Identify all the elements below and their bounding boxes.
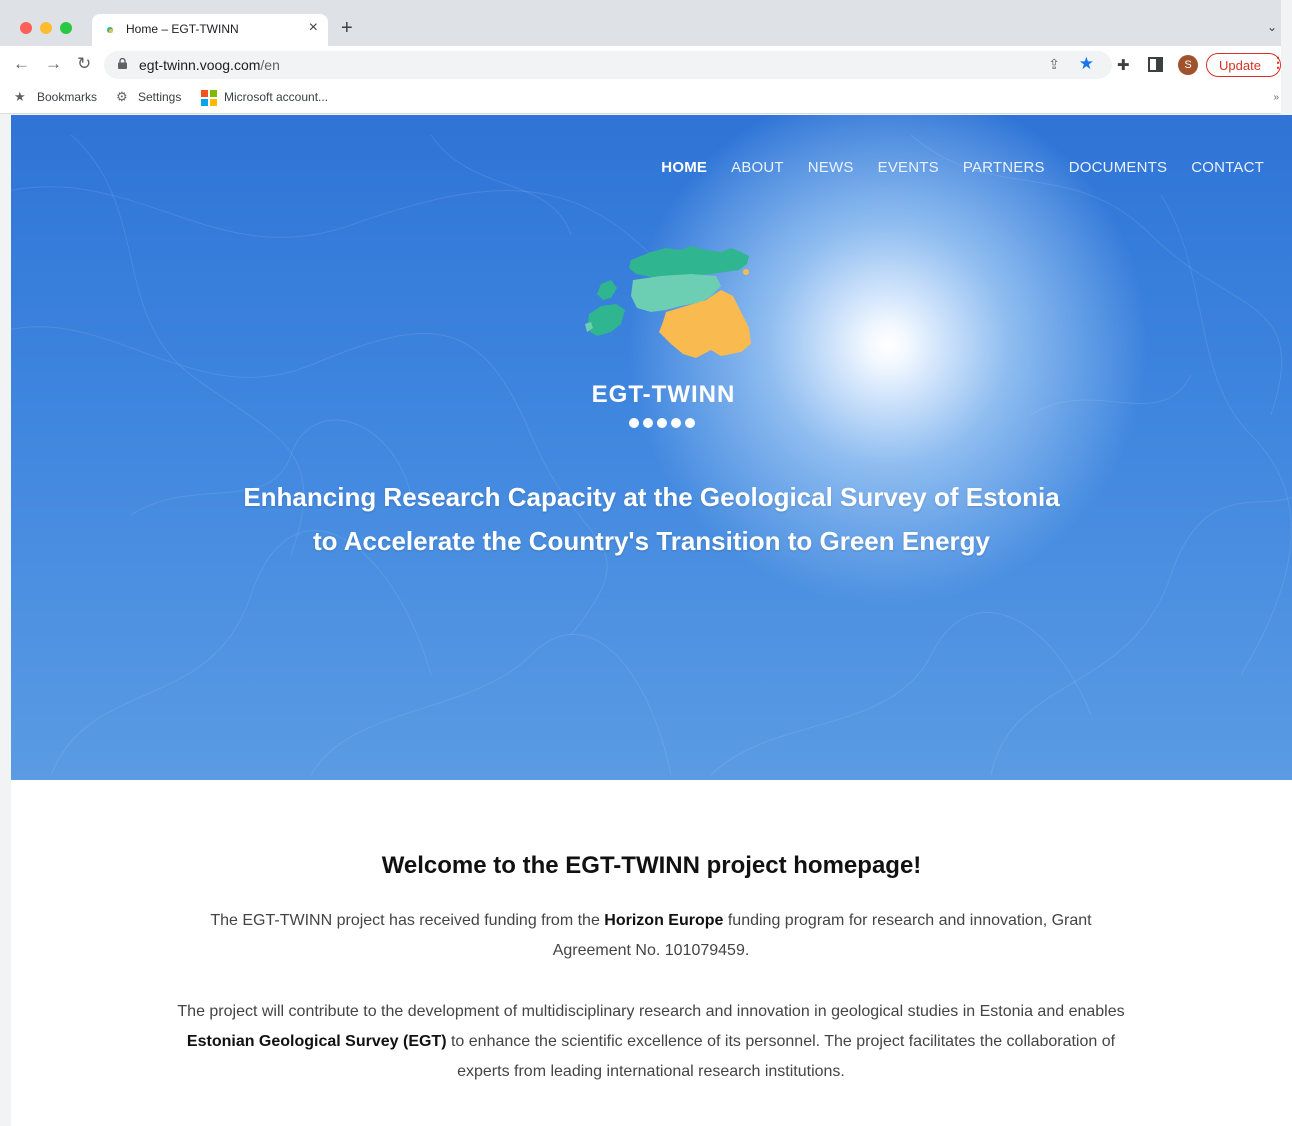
project-description-paragraph: The project will contribute to the devel… <box>171 997 1131 1087</box>
side-panel-icon[interactable] <box>1148 57 1163 72</box>
tab-title: Home – EGT-TWINN <box>126 22 239 36</box>
new-tab-button[interactable]: + <box>341 17 353 40</box>
url-path: /en <box>260 57 280 73</box>
description-text-start: The project will contribute to the devel… <box>177 1003 1125 1020</box>
more-bookmarks-icon[interactable]: » <box>1273 92 1279 103</box>
microsoft-logo-icon <box>201 90 217 106</box>
star-icon: ★ <box>14 89 26 104</box>
nav-partners[interactable]: PARTNERS <box>963 159 1045 176</box>
logo-text: EGT-TWINN <box>591 381 736 408</box>
welcome-title: Welcome to the EGT-TWINN project homepag… <box>381 852 922 879</box>
hero-section: HOME ABOUT NEWS EVENTS PARTNERS DOCUMENT… <box>11 115 1292 780</box>
browser-menu-icon[interactable]: ⋮ <box>1271 54 1285 71</box>
reload-button[interactable]: ↻ <box>77 54 91 74</box>
bookmark-bookmarks[interactable]: Bookmarks <box>37 90 97 104</box>
update-button[interactable]: Update <box>1206 53 1281 77</box>
nav-about[interactable]: ABOUT <box>731 159 784 176</box>
nav-contact[interactable]: CONTACT <box>1191 159 1264 176</box>
nav-events[interactable]: EVENTS <box>878 159 939 176</box>
estonia-map-logo[interactable] <box>571 240 761 365</box>
hero-headline-line-1: Enhancing Research Capacity at the Geolo… <box>243 482 1060 512</box>
horizon-europe-label: Horizon Europe <box>604 912 724 929</box>
main-navigation: HOME ABOUT NEWS EVENTS PARTNERS DOCUMENT… <box>661 159 1264 176</box>
bookmarks-bar: ★ Bookmarks ⚙ Settings Microsoft account… <box>0 84 1281 114</box>
browser-tab[interactable]: Home – EGT-TWINN × <box>92 14 328 46</box>
maximize-window-button[interactable] <box>60 22 72 34</box>
extensions-puzzle-icon[interactable]: ✚ <box>1117 56 1130 74</box>
egt-label: Estonian Geological Survey (EGT) <box>186 1033 447 1050</box>
url-host: egt-twinn.voog.com <box>139 57 261 73</box>
close-tab-icon[interactable]: × <box>309 19 318 37</box>
logo-dots <box>629 418 695 428</box>
share-icon[interactable]: ⇪ <box>1048 56 1060 73</box>
back-button[interactable]: ← <box>13 54 30 74</box>
url-text: egt-twinn.voog.com/en <box>139 57 280 73</box>
bookmark-microsoft-account[interactable]: Microsoft account... <box>224 90 328 104</box>
bookmark-star-icon[interactable]: ★ <box>1079 54 1094 74</box>
bookmark-settings[interactable]: Settings <box>138 90 181 104</box>
hero-headline-line-2: to Accelerate the Country's Transition t… <box>312 526 991 556</box>
contour-pattern-background <box>11 134 1292 776</box>
nav-documents[interactable]: DOCUMENTS <box>1069 159 1167 176</box>
funding-paragraph: The EGT-TWINN project has received fundi… <box>171 906 1131 966</box>
site-favicon-icon <box>107 27 113 33</box>
nav-home[interactable]: HOME <box>661 159 707 176</box>
main-content: Welcome to the EGT-TWINN project homepag… <box>11 780 1292 1126</box>
close-window-button[interactable] <box>20 22 32 34</box>
funding-text-start: The EGT-TWINN project has received fundi… <box>210 912 605 929</box>
profile-avatar[interactable]: S <box>1178 55 1198 75</box>
forward-button[interactable]: → <box>45 54 62 74</box>
description-text-end: to enhance the scientific excellence of … <box>446 1033 1116 1080</box>
lock-icon <box>118 58 127 69</box>
tab-search-chevron-icon[interactable]: ⌄ <box>1267 20 1277 34</box>
hero-headline: Enhancing Research Capacity at the Geolo… <box>11 475 1292 563</box>
browser-toolbar: ← → ↻ egt-twinn.voog.com/en ⇪ ★ ✚ S Upda… <box>0 46 1285 84</box>
tab-strip: Home – EGT-TWINN × + ⌄ <box>0 0 1281 46</box>
gear-icon: ⚙ <box>116 89 128 104</box>
nav-news[interactable]: NEWS <box>808 159 854 176</box>
minimize-window-button[interactable] <box>40 22 52 34</box>
address-bar[interactable]: egt-twinn.voog.com/en ⇪ ★ <box>104 51 1112 79</box>
